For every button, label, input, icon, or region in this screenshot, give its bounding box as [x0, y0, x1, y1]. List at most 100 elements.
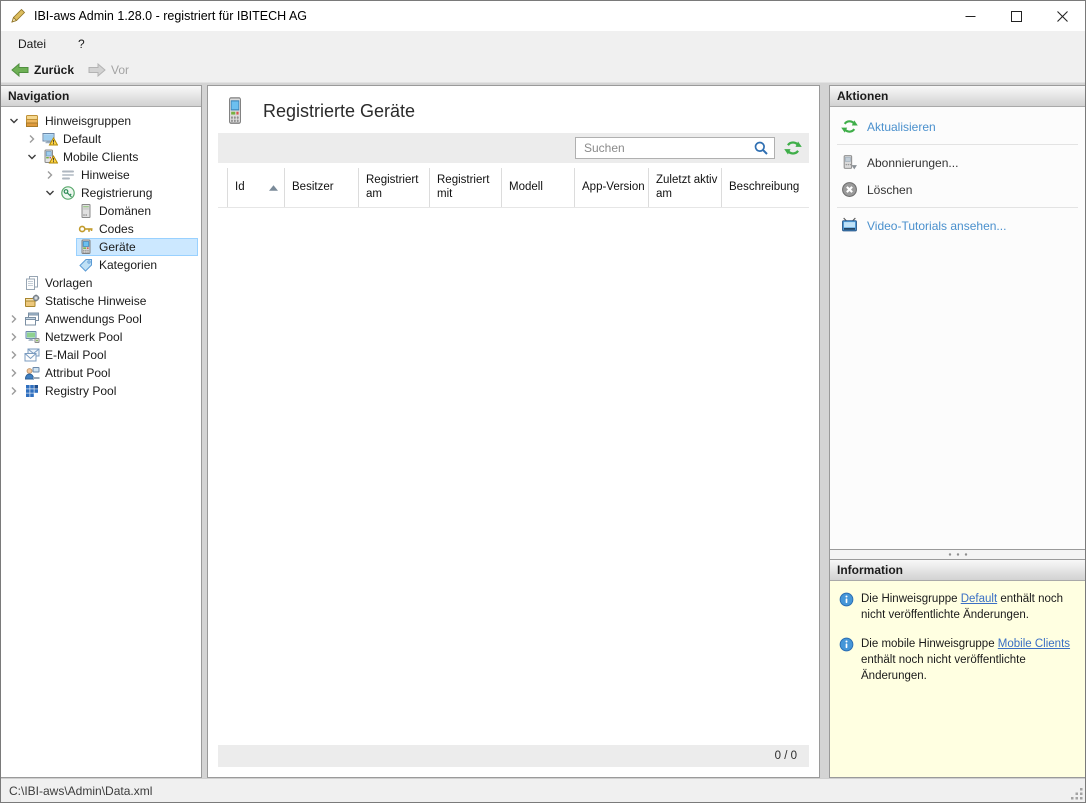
column-header-registriert-am[interactable]: Registriert am [359, 168, 430, 207]
tree-item-mobile-clients[interactable]: Mobile Clients [1, 148, 201, 166]
registry-pool-icon [24, 383, 41, 399]
window-title: IBI-aws Admin 1.28.0 - registriert für I… [34, 9, 307, 23]
attribute-pool-icon [24, 365, 41, 381]
tree-item-registry-pool[interactable]: Registry Pool [1, 382, 201, 400]
devices-table-body [218, 208, 809, 745]
main-title-row: Registrierte Geräte [208, 86, 819, 133]
chevron-none [5, 293, 22, 309]
chevron-collapsed-icon[interactable] [5, 383, 22, 399]
actions-separator [837, 207, 1078, 208]
chevron-collapsed-icon[interactable] [5, 329, 22, 345]
delete-icon [841, 181, 858, 198]
information-body: Die Hinweisgruppe Default enthält noch n… [830, 581, 1085, 777]
link-default[interactable]: Default [961, 593, 997, 605]
action-abonnierungen[interactable]: Abonnierungen... [830, 149, 1085, 176]
link-mobile-clients[interactable]: Mobile Clients [998, 638, 1070, 650]
page-title: Registrierte Geräte [263, 101, 415, 122]
window-controls [947, 1, 1085, 31]
search-box [575, 137, 775, 159]
tree-item-geraete[interactable]: Geräte [1, 238, 201, 256]
actions-body: Aktualisieren Abonnierungen... Lösch [830, 107, 1085, 549]
video-tutorials-icon [841, 217, 858, 234]
minimize-button[interactable] [947, 1, 993, 31]
column-header-zuletzt-aktiv-am[interactable]: Zuletzt aktiv am [649, 168, 722, 207]
menubar: Datei ? [1, 31, 1085, 57]
email-pool-icon [24, 347, 41, 363]
tree-item-kategorien[interactable]: Kategorien [1, 256, 201, 274]
info-icon [839, 592, 854, 607]
forward-button[interactable]: Vor [82, 61, 137, 79]
column-header-besitzer[interactable]: Besitzer [285, 168, 359, 207]
tree-item-hinweisgruppen[interactable]: Hinweisgruppen [1, 112, 201, 130]
information-panel: Information Die Hinweisgruppe Default en… [829, 559, 1085, 778]
search-icon[interactable] [753, 140, 769, 156]
chevron-collapsed-icon[interactable] [5, 347, 22, 363]
column-header-modell[interactable]: Modell [502, 168, 575, 207]
column-header-registriert-mit[interactable]: Registriert mit [430, 168, 502, 207]
domains-icon [78, 203, 95, 219]
tree-item-registrierung[interactable]: Registrierung [1, 184, 201, 202]
action-loeschen[interactable]: Löschen [830, 176, 1085, 203]
main-panel: Registrierte Geräte Id [207, 85, 820, 778]
tree-item-netzwerk-pool[interactable]: Netzwerk Pool [1, 328, 201, 346]
chevron-collapsed-icon[interactable] [5, 365, 22, 381]
column-header-id[interactable]: Id [228, 168, 285, 207]
tree-item-attribut-pool[interactable]: Attribut Pool [1, 364, 201, 382]
actions-header: Aktionen [830, 86, 1085, 107]
notices-icon [60, 167, 77, 183]
subscriptions-icon [841, 154, 858, 171]
search-input[interactable] [576, 141, 753, 155]
registration-icon [60, 185, 77, 201]
tree-item-email-pool[interactable]: E-Mail Pool [1, 346, 201, 364]
sort-ascending-icon [269, 185, 278, 191]
resize-grip-icon[interactable] [1070, 787, 1083, 800]
chevron-collapsed-icon[interactable] [23, 131, 40, 147]
action-aktualisieren[interactable]: Aktualisieren [830, 113, 1085, 140]
tree-item-vorlagen[interactable]: Vorlagen [1, 274, 201, 292]
static-notices-icon [24, 293, 41, 309]
back-arrow-icon [11, 63, 29, 77]
actions-panel: Aktionen Aktualisieren Abonnierungen.. [829, 85, 1085, 550]
tree-item-statische-hinweise[interactable]: Statische Hinweise [1, 292, 201, 310]
chevron-expanded-icon[interactable] [23, 149, 40, 165]
navigation-tree: Hinweisgruppen Default Mobile Clients Hi… [1, 107, 201, 777]
table-footer: 0 / 0 [218, 745, 809, 767]
forward-label: Vor [111, 63, 129, 77]
action-video-tutorials[interactable]: Video-Tutorials ansehen... [830, 212, 1085, 239]
splitter-grip-icon [947, 552, 969, 557]
refresh-button[interactable] [784, 139, 802, 157]
chevron-none [59, 221, 76, 237]
maximize-button[interactable] [993, 1, 1039, 31]
column-header-beschreibung[interactable]: Beschreibung [722, 168, 809, 207]
registered-devices-icon [224, 96, 246, 126]
key-icon [78, 221, 95, 237]
row-count: 0 / 0 [775, 750, 797, 762]
back-button[interactable]: Zurück [5, 61, 82, 79]
applications-pool-icon [24, 311, 41, 327]
close-button[interactable] [1039, 1, 1085, 31]
tree-item-domaenen[interactable]: Domänen [1, 202, 201, 220]
right-column: Aktionen Aktualisieren Abonnierungen.. [829, 85, 1085, 778]
panel-splitter[interactable] [829, 550, 1085, 559]
menu-help[interactable]: ? [68, 33, 95, 55]
chevron-collapsed-icon[interactable] [41, 167, 58, 183]
tree-item-default[interactable]: Default [1, 130, 201, 148]
chevron-expanded-icon[interactable] [5, 113, 22, 129]
chevron-expanded-icon[interactable] [41, 185, 58, 201]
info-item-mobile-clients: Die mobile Hinweisgruppe Mobile Clients … [839, 636, 1077, 684]
tag-icon [78, 257, 95, 273]
tree-item-anwendungs-pool[interactable]: Anwendungs Pool [1, 310, 201, 328]
navigation-toolbar: Zurück Vor [1, 57, 1085, 83]
statusbar: C:\IBI-aws\Admin\Data.xml [1, 778, 1085, 802]
information-header: Information [830, 560, 1085, 581]
column-header-app-version[interactable]: App-Version [575, 168, 649, 207]
menu-datei[interactable]: Datei [8, 33, 56, 55]
forward-arrow-icon [88, 63, 106, 77]
tree-item-codes[interactable]: Codes [1, 220, 201, 238]
tree-item-hinweise[interactable]: Hinweise [1, 166, 201, 184]
table-header: Id Besitzer Registriert am Registriert m… [218, 168, 809, 208]
content-area: Navigation Hinweisgruppen Default Mobile… [1, 83, 1085, 778]
chevron-collapsed-icon[interactable] [5, 311, 22, 327]
titlebar: IBI-aws Admin 1.28.0 - registriert für I… [1, 1, 1085, 31]
monitor-warning-icon [42, 131, 59, 147]
